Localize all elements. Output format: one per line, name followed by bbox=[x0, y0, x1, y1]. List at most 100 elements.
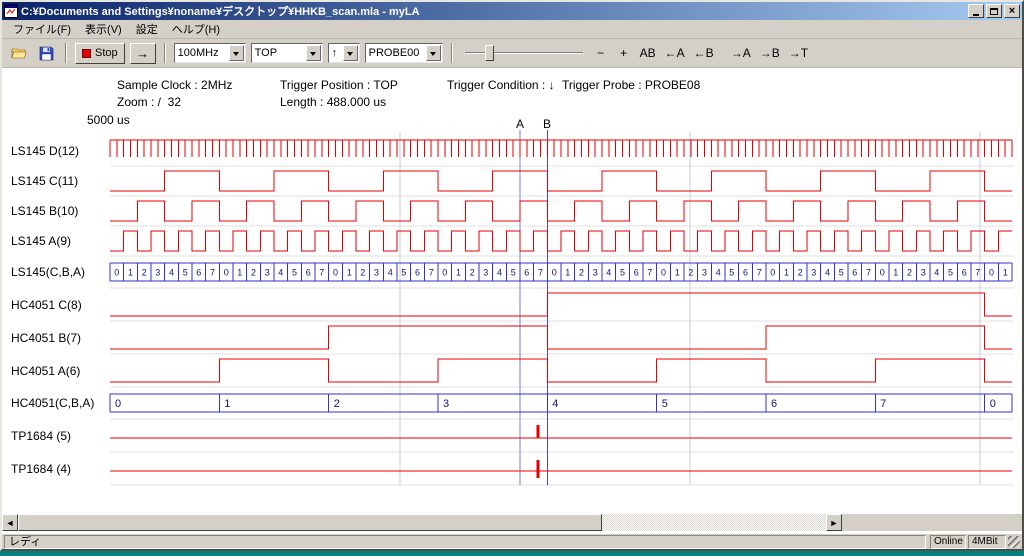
sample-clock-combobox[interactable]: 100MHz bbox=[174, 43, 246, 63]
menu-help[interactable]: ヘルプ(H) bbox=[165, 19, 227, 39]
svg-text:7: 7 bbox=[319, 268, 324, 278]
trigger-position-value: TOP bbox=[252, 47, 306, 59]
goto-trigger-button[interactable]: →T bbox=[787, 43, 810, 63]
online-label: Online bbox=[934, 536, 963, 547]
svg-text:0: 0 bbox=[880, 268, 885, 278]
svg-text:2: 2 bbox=[142, 268, 147, 278]
svg-text:1: 1 bbox=[675, 268, 680, 278]
svg-text:7: 7 bbox=[647, 268, 652, 278]
svg-text:5: 5 bbox=[729, 268, 734, 278]
zoom-in-button[interactable]: + bbox=[615, 43, 633, 63]
trigger-probe-value: PROBE00 bbox=[366, 47, 426, 59]
svg-text:4: 4 bbox=[934, 268, 939, 278]
close-button[interactable]: × bbox=[1004, 4, 1020, 18]
svg-text:2: 2 bbox=[579, 268, 584, 278]
goto-b-prev-button[interactable]: ←B bbox=[692, 43, 716, 63]
stop-button[interactable]: Stop bbox=[75, 43, 125, 64]
svg-text:0: 0 bbox=[114, 268, 119, 278]
svg-text:4: 4 bbox=[278, 268, 283, 278]
goto-a-next-button[interactable]: →A bbox=[729, 43, 753, 63]
svg-text:5: 5 bbox=[839, 268, 844, 278]
svg-text:3: 3 bbox=[443, 398, 449, 410]
svg-text:1: 1 bbox=[893, 268, 898, 278]
trigger-position-combobox[interactable]: TOP bbox=[251, 43, 323, 63]
run-button[interactable]: → bbox=[130, 43, 156, 64]
save-file-button[interactable] bbox=[35, 43, 57, 63]
svg-text:6: 6 bbox=[962, 268, 967, 278]
zoom-slider-thumb[interactable] bbox=[485, 45, 494, 61]
goto-b-next-button[interactable]: →B bbox=[758, 43, 782, 63]
zoom-slider[interactable] bbox=[461, 43, 587, 63]
goto-a-prev-button[interactable]: ←A bbox=[663, 43, 687, 63]
menu-view[interactable]: 表示(V) bbox=[78, 19, 129, 39]
waveform-client-area: Sample Clock : 2MHz Trigger Position : T… bbox=[2, 68, 1022, 533]
menu-file[interactable]: ファイル(F) bbox=[6, 19, 78, 39]
svg-text:0: 0 bbox=[770, 268, 775, 278]
status-message-panel: レディ bbox=[4, 535, 926, 549]
title-bar: C:¥Documents and Settings¥noname¥デスクトップ¥… bbox=[2, 2, 1022, 20]
menu-settings[interactable]: 設定 bbox=[129, 19, 165, 39]
minimize-icon bbox=[973, 14, 979, 16]
svg-text:1: 1 bbox=[1003, 268, 1008, 278]
time-scale-label: 5000 us bbox=[87, 113, 130, 127]
svg-text:0: 0 bbox=[552, 268, 557, 278]
status-memory: 4MBit bbox=[968, 535, 1006, 549]
scroll-right-button[interactable]: ► bbox=[826, 514, 842, 531]
scroll-left-button[interactable]: ◄ bbox=[2, 514, 18, 531]
svg-text:2: 2 bbox=[334, 398, 340, 410]
svg-text:3: 3 bbox=[921, 268, 926, 278]
svg-text:4: 4 bbox=[388, 268, 393, 278]
minimize-button[interactable] bbox=[968, 4, 984, 18]
open-file-button[interactable] bbox=[8, 43, 30, 63]
trigger-probe-info: Trigger Probe : PROBE08 bbox=[562, 78, 700, 92]
status-text: レディ bbox=[9, 536, 41, 548]
svg-text:3: 3 bbox=[483, 268, 488, 278]
sample-clock-value: 100MHz bbox=[175, 47, 229, 59]
window-title: C:¥Documents and Settings¥noname¥デスクトップ¥… bbox=[21, 3, 965, 19]
marker-label[interactable]: A bbox=[516, 117, 524, 131]
ab-range-button[interactable]: AB bbox=[638, 43, 658, 63]
svg-text:5: 5 bbox=[401, 268, 406, 278]
svg-text:5: 5 bbox=[620, 268, 625, 278]
svg-text:0: 0 bbox=[661, 268, 666, 278]
svg-text:4: 4 bbox=[825, 268, 830, 278]
triangle-glyph bbox=[233, 52, 239, 59]
svg-text:5: 5 bbox=[511, 268, 516, 278]
svg-text:3: 3 bbox=[593, 268, 598, 278]
svg-text:6: 6 bbox=[196, 268, 201, 278]
marker-label[interactable]: B bbox=[543, 117, 551, 131]
svg-text:6: 6 bbox=[743, 268, 748, 278]
maximize-button[interactable] bbox=[986, 4, 1002, 18]
triangle-glyph bbox=[347, 52, 353, 59]
chevron-down-icon[interactable] bbox=[306, 45, 321, 61]
chevron-down-icon[interactable] bbox=[343, 45, 358, 61]
stop-label: Stop bbox=[95, 47, 118, 59]
svg-text:4: 4 bbox=[606, 268, 611, 278]
horizontal-scrollbar[interactable]: ◄ ► bbox=[2, 514, 842, 531]
svg-text:7: 7 bbox=[757, 268, 762, 278]
chevron-down-icon[interactable] bbox=[426, 45, 441, 61]
zoom-out-button[interactable]: − bbox=[592, 43, 610, 63]
svg-text:6: 6 bbox=[306, 268, 311, 278]
chevron-down-icon[interactable] bbox=[229, 45, 244, 61]
window-controls: × bbox=[968, 4, 1020, 18]
zoom-slider-track bbox=[465, 52, 583, 54]
scrollbar-thumb[interactable] bbox=[18, 514, 602, 531]
svg-text:0: 0 bbox=[990, 398, 996, 410]
svg-text:2: 2 bbox=[470, 268, 475, 278]
svg-text:1: 1 bbox=[565, 268, 570, 278]
app-icon bbox=[4, 4, 18, 18]
svg-text:7: 7 bbox=[880, 398, 886, 410]
svg-text:0: 0 bbox=[115, 398, 121, 410]
svg-text:1: 1 bbox=[224, 398, 230, 410]
waveform-plot: 0123456701234567012345670123456701234567… bbox=[2, 130, 1016, 488]
trigger-edge-combobox[interactable]: ↑ bbox=[328, 43, 360, 63]
resize-grip[interactable] bbox=[1008, 536, 1020, 548]
floppy-disk-icon bbox=[39, 46, 54, 61]
maximize-icon bbox=[990, 8, 998, 15]
svg-text:7: 7 bbox=[538, 268, 543, 278]
svg-text:2: 2 bbox=[688, 268, 693, 278]
svg-text:6: 6 bbox=[852, 268, 857, 278]
stop-icon bbox=[82, 49, 91, 58]
trigger-probe-combobox[interactable]: PROBE00 bbox=[365, 43, 443, 63]
